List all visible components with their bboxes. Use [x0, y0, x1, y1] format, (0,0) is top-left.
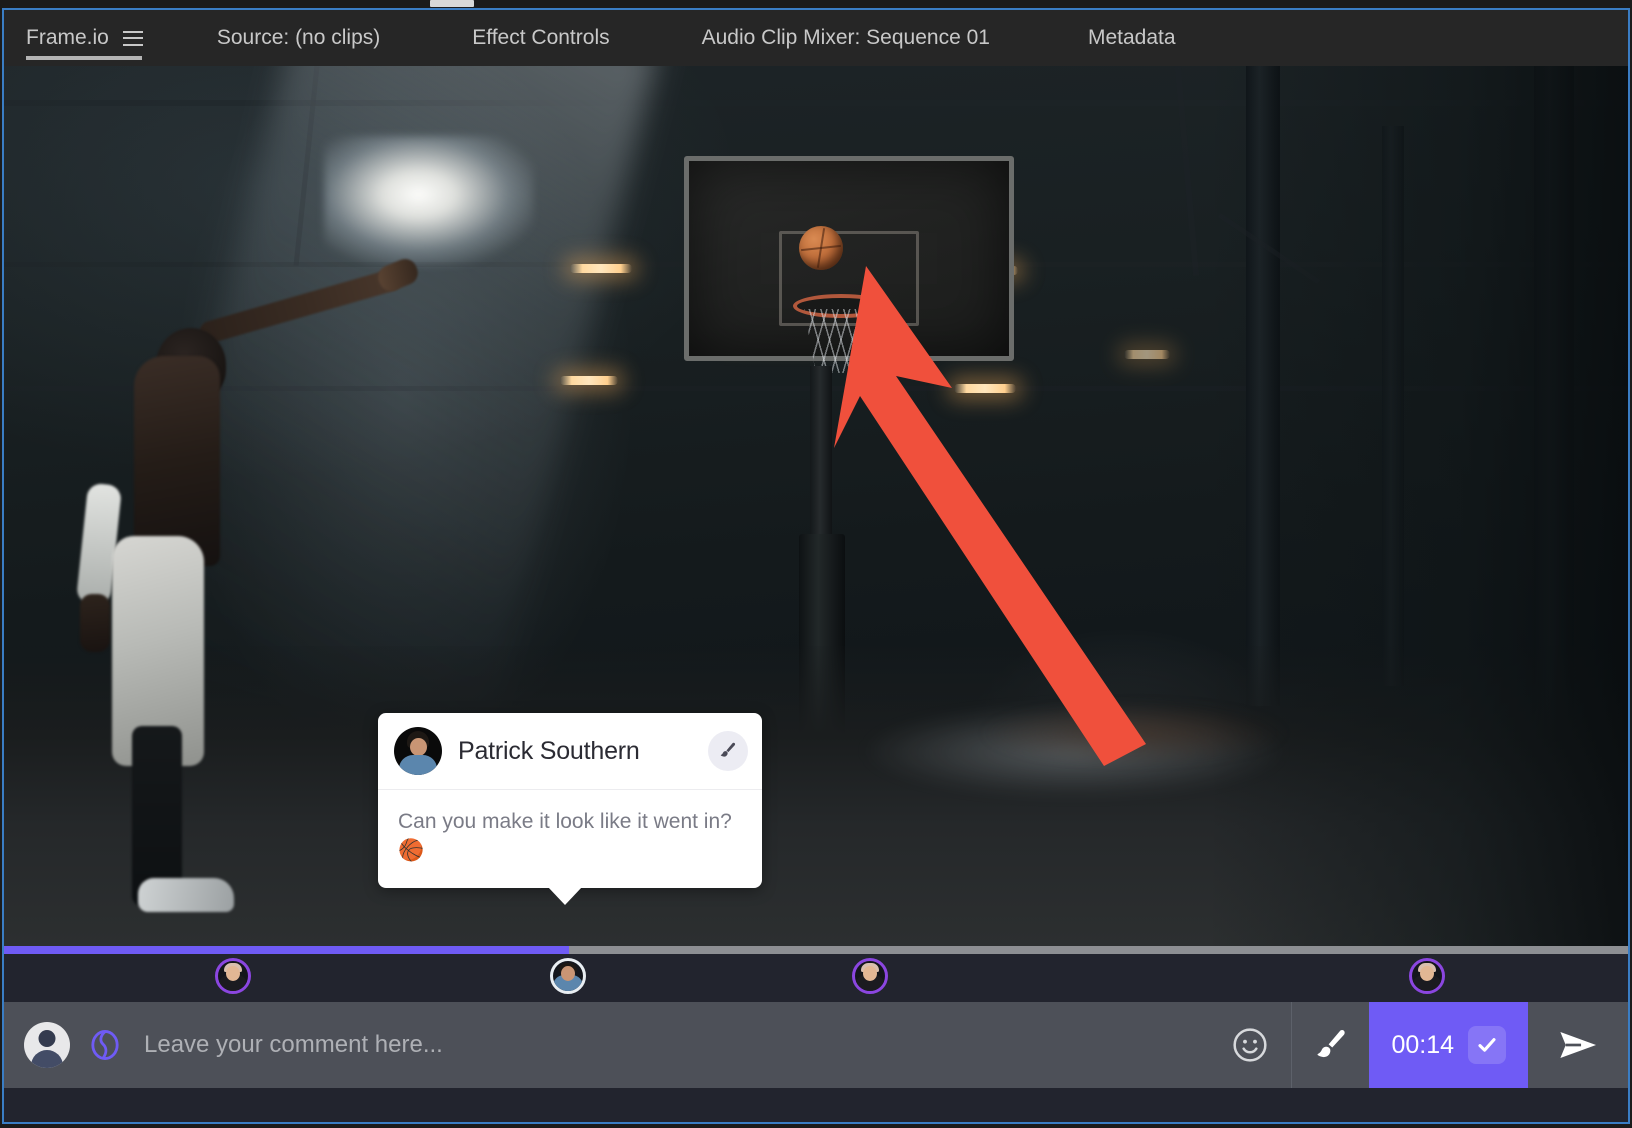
hoop-pole	[810, 366, 832, 546]
tab-metadata-label: Metadata	[1087, 26, 1176, 49]
comment-author-avatar	[394, 727, 442, 775]
comment-bubble[interactable]: Patrick Southern Can you make it look li…	[378, 713, 762, 905]
tab-audio-clip-mixer-label: Audio Clip Mixer: Sequence 01	[701, 26, 990, 49]
tab-audio-clip-mixer[interactable]: Audio Clip Mixer: Sequence 01	[682, 10, 1010, 66]
current-user-avatar[interactable]	[24, 1022, 70, 1068]
tab-effect-controls[interactable]: Effect Controls	[452, 10, 629, 66]
frameio-panel: Patrick Southern Can you make it look li…	[0, 0, 1632, 1128]
playback-scrubber[interactable]	[4, 946, 1628, 954]
tab-source-label: Source: (no clips)	[216, 26, 381, 49]
send-paper-plane-icon	[1560, 1031, 1597, 1059]
timestamp-toggle-button[interactable]: 00:14	[1369, 1002, 1528, 1088]
panel-bottom-strip	[4, 1088, 1628, 1122]
emoji-smiley-icon	[1233, 1028, 1268, 1062]
tab-source[interactable]: Source: (no clips)	[197, 10, 400, 66]
playback-progress-fill	[4, 946, 570, 954]
send-comment-button[interactable]	[1528, 1002, 1628, 1088]
tab-frameio[interactable]: Frame.io	[4, 10, 163, 66]
comment-marker[interactable]	[549, 958, 586, 994]
globe-icon	[91, 1029, 119, 1061]
comment-marker[interactable]	[1408, 958, 1445, 994]
right-wall-shadow	[1208, 66, 1628, 946]
emoji-button[interactable]	[1209, 1002, 1291, 1088]
strip-light	[954, 384, 1016, 393]
player-forearm	[80, 594, 110, 652]
panel-tab-bar: Frame.io Source: (no clips) Effect Contr…	[4, 10, 1628, 66]
composer-tools: 00:14	[1209, 1002, 1628, 1088]
comment-author-name: Patrick Southern	[458, 736, 640, 765]
timestamp-label: 00:14	[1391, 1030, 1454, 1059]
comment-marker[interactable]	[851, 958, 888, 994]
hoop-net	[804, 309, 878, 373]
comment-text: Can you make it look like it went in? 🏀	[398, 810, 732, 862]
check-icon	[1478, 1038, 1496, 1052]
comment-annotate-button[interactable]	[708, 731, 748, 771]
strip-light	[560, 376, 618, 385]
comment-composer: 00:14	[4, 1002, 1628, 1088]
active-tab-underline	[26, 56, 142, 60]
strip-light	[1124, 350, 1170, 359]
strip-light	[570, 264, 632, 273]
panel-drag-handle[interactable]	[430, 0, 474, 7]
timestamp-checkbox[interactable]	[1468, 1026, 1506, 1064]
composer-left-group	[4, 1002, 124, 1088]
tab-frameio-label: Frame.io	[26, 26, 109, 49]
comment-input[interactable]	[124, 1002, 1210, 1088]
annotate-button[interactable]	[1291, 1002, 1369, 1088]
window-light-glow	[324, 136, 534, 266]
comment-visibility-button[interactable]	[86, 1026, 124, 1064]
brush-icon	[720, 742, 736, 757]
comment-bubble-tail	[548, 886, 582, 905]
player-shoe	[138, 878, 234, 912]
player-torso	[134, 356, 220, 566]
basketball	[799, 226, 843, 270]
tab-effect-controls-label: Effect Controls	[472, 26, 610, 49]
hamburger-menu-icon[interactable]	[122, 30, 143, 46]
comment-header: Patrick Southern	[378, 713, 762, 790]
comment-marker[interactable]	[214, 958, 251, 994]
comment-marker-strip[interactable]	[4, 954, 1628, 1002]
tab-metadata[interactable]: Metadata	[1068, 10, 1196, 66]
video-viewer[interactable]	[4, 66, 1628, 946]
brush-icon	[1317, 1029, 1345, 1058]
